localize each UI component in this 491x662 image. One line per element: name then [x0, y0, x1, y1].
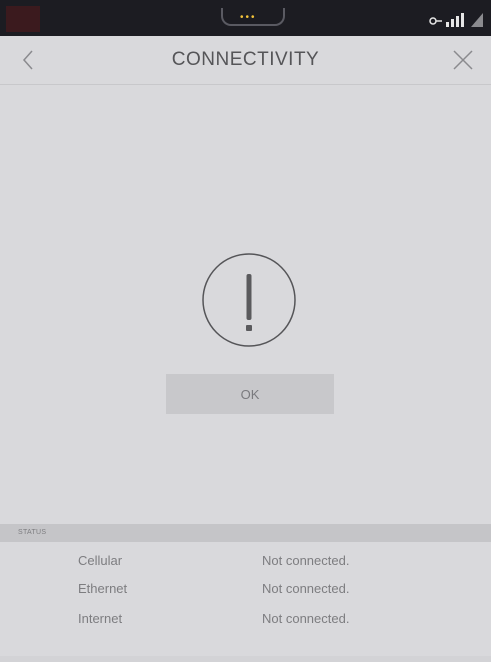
page-header: CONNECTIVITY — [0, 36, 491, 85]
signal-icon — [446, 11, 464, 27]
status-label: Cellular — [78, 553, 123, 568]
page-title: CONNECTIVITY — [171, 49, 320, 70]
status-label: Ethernet — [78, 581, 128, 596]
close-button[interactable] — [449, 46, 477, 74]
status-section-header: STATUS — [0, 524, 491, 542]
wifi-key-icon — [429, 17, 442, 25]
status-row-internet: Internet Not connected. — [0, 611, 491, 641]
app-thumbnail-icon — [6, 6, 40, 32]
signal-cluster — [429, 7, 483, 27]
bottom-divider — [0, 656, 491, 662]
system-status-bar: ••• — [0, 0, 491, 36]
status-row-cellular: Cellular Not connected. — [0, 553, 491, 583]
triangle-icon — [471, 13, 483, 27]
status-label: Internet — [78, 611, 123, 626]
status-section-label: STATUS — [18, 529, 47, 536]
close-icon — [453, 50, 473, 70]
ok-button[interactable]: OK — [166, 374, 334, 414]
status-value: Not connected. — [262, 611, 350, 626]
notification-dots-icon: ••• — [240, 12, 257, 23]
status-value: Not connected. — [262, 553, 350, 568]
alert-exclamation-icon — [202, 253, 296, 347]
status-value: Not connected. — [262, 581, 350, 596]
status-row-ethernet: Ethernet Not connected. — [0, 581, 491, 611]
